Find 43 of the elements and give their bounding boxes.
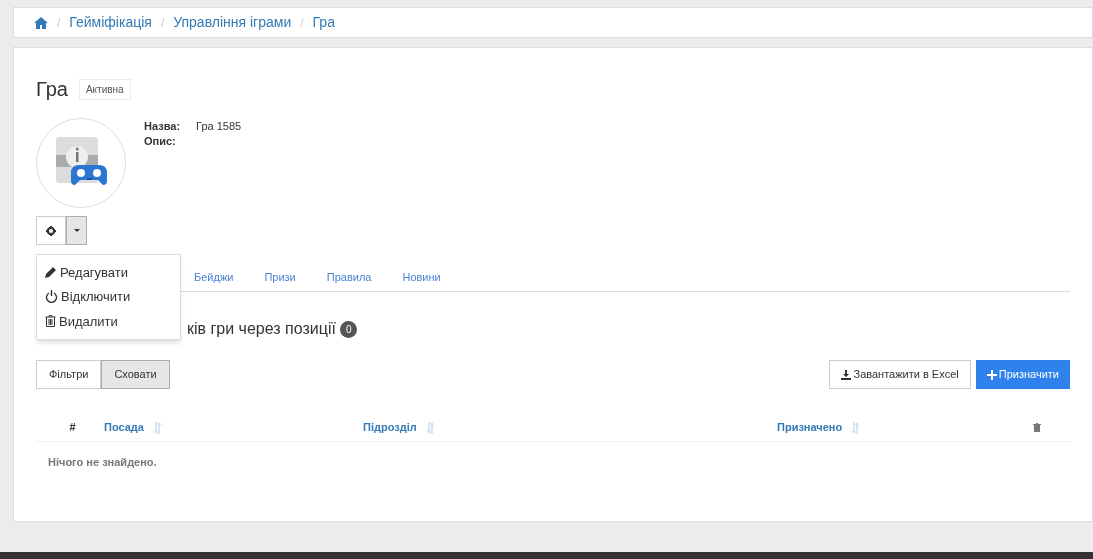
sort-icon xyxy=(424,421,436,434)
sort-icon xyxy=(850,421,862,434)
section-title: ків гри через позиції xyxy=(187,319,336,339)
page-title: Гра xyxy=(36,77,68,102)
breadcrumb-link[interactable]: Управління іграми xyxy=(173,12,292,33)
breadcrumb-separator: / xyxy=(56,14,62,32)
trash-icon[interactable] xyxy=(1033,423,1041,432)
toggle-button[interactable]: Фільтри xyxy=(36,360,102,389)
breadcrumb-link[interactable]: Гейміфікація xyxy=(69,12,152,33)
settings-button[interactable] xyxy=(36,216,66,245)
toggle-button[interactable]: Сховати xyxy=(101,360,170,389)
settings-icon xyxy=(46,225,56,236)
status-badge: Активна xyxy=(78,78,131,100)
tab[interactable]: Призи xyxy=(264,267,296,291)
trash-icon xyxy=(45,315,56,328)
tab[interactable]: Правила xyxy=(326,267,372,291)
menu-item[interactable]: Редагувати xyxy=(37,260,180,285)
caret-icon xyxy=(73,229,80,232)
sort-icon xyxy=(151,421,163,434)
field-value: Гра 1585 xyxy=(196,119,242,134)
column-header[interactable]: Посада xyxy=(104,419,144,436)
power-icon xyxy=(45,290,58,304)
tab[interactable]: Бейджи xyxy=(194,267,234,291)
breadcrumb-link[interactable]: Гра xyxy=(312,12,335,33)
menu-item[interactable]: Видалити xyxy=(37,309,180,334)
empty-message: Нічого не знайдено. xyxy=(47,455,158,470)
dropdown-toggle[interactable] xyxy=(66,216,87,245)
menu-item[interactable]: Відключити xyxy=(37,284,180,309)
pencil-icon xyxy=(45,266,57,279)
plus-icon xyxy=(986,369,997,380)
field-label: Опис: xyxy=(144,134,177,149)
breadcrumb-separator: / xyxy=(299,14,305,32)
download-icon xyxy=(840,369,851,380)
export-button[interactable]: Завантажити в Excel xyxy=(828,360,971,389)
column-header[interactable]: Призначено xyxy=(777,419,843,436)
count-badge: 0 xyxy=(339,320,358,338)
column-header: # xyxy=(69,420,76,436)
column-header[interactable]: Підрозділ xyxy=(363,419,417,436)
field-label: Назва: xyxy=(144,119,181,134)
assign-button[interactable]: Призначити xyxy=(975,360,1070,389)
tab[interactable]: Новини xyxy=(402,267,441,291)
home-icon[interactable] xyxy=(34,16,48,29)
breadcrumb-separator: / xyxy=(159,14,166,32)
